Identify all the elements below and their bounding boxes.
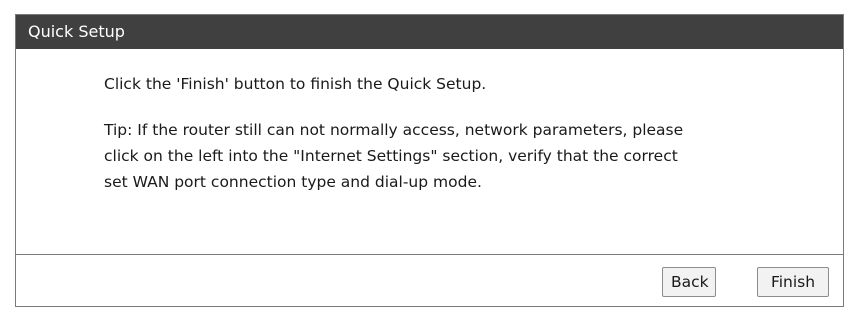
back-button[interactable]: Back bbox=[662, 267, 716, 297]
finish-instruction-text: Click the 'Finish' button to finish the … bbox=[104, 75, 487, 93]
tip-line-3: set WAN port connection type and dial-up… bbox=[104, 173, 482, 191]
tip-line-2: click on the left into the "Internet Set… bbox=[104, 147, 678, 165]
panel-footer: Back Finish bbox=[16, 254, 843, 306]
panel-body: Click the 'Finish' button to finish the … bbox=[16, 49, 843, 254]
panel-title: Quick Setup bbox=[28, 22, 125, 41]
panel-header: Quick Setup bbox=[16, 15, 843, 49]
tip-text: Tip: If the router still can not normall… bbox=[104, 117, 843, 195]
tip-line-1: Tip: If the router still can not normall… bbox=[104, 121, 684, 139]
quick-setup-panel: Quick Setup Click the 'Finish' button to… bbox=[15, 14, 844, 307]
finish-button[interactable]: Finish bbox=[757, 267, 829, 297]
